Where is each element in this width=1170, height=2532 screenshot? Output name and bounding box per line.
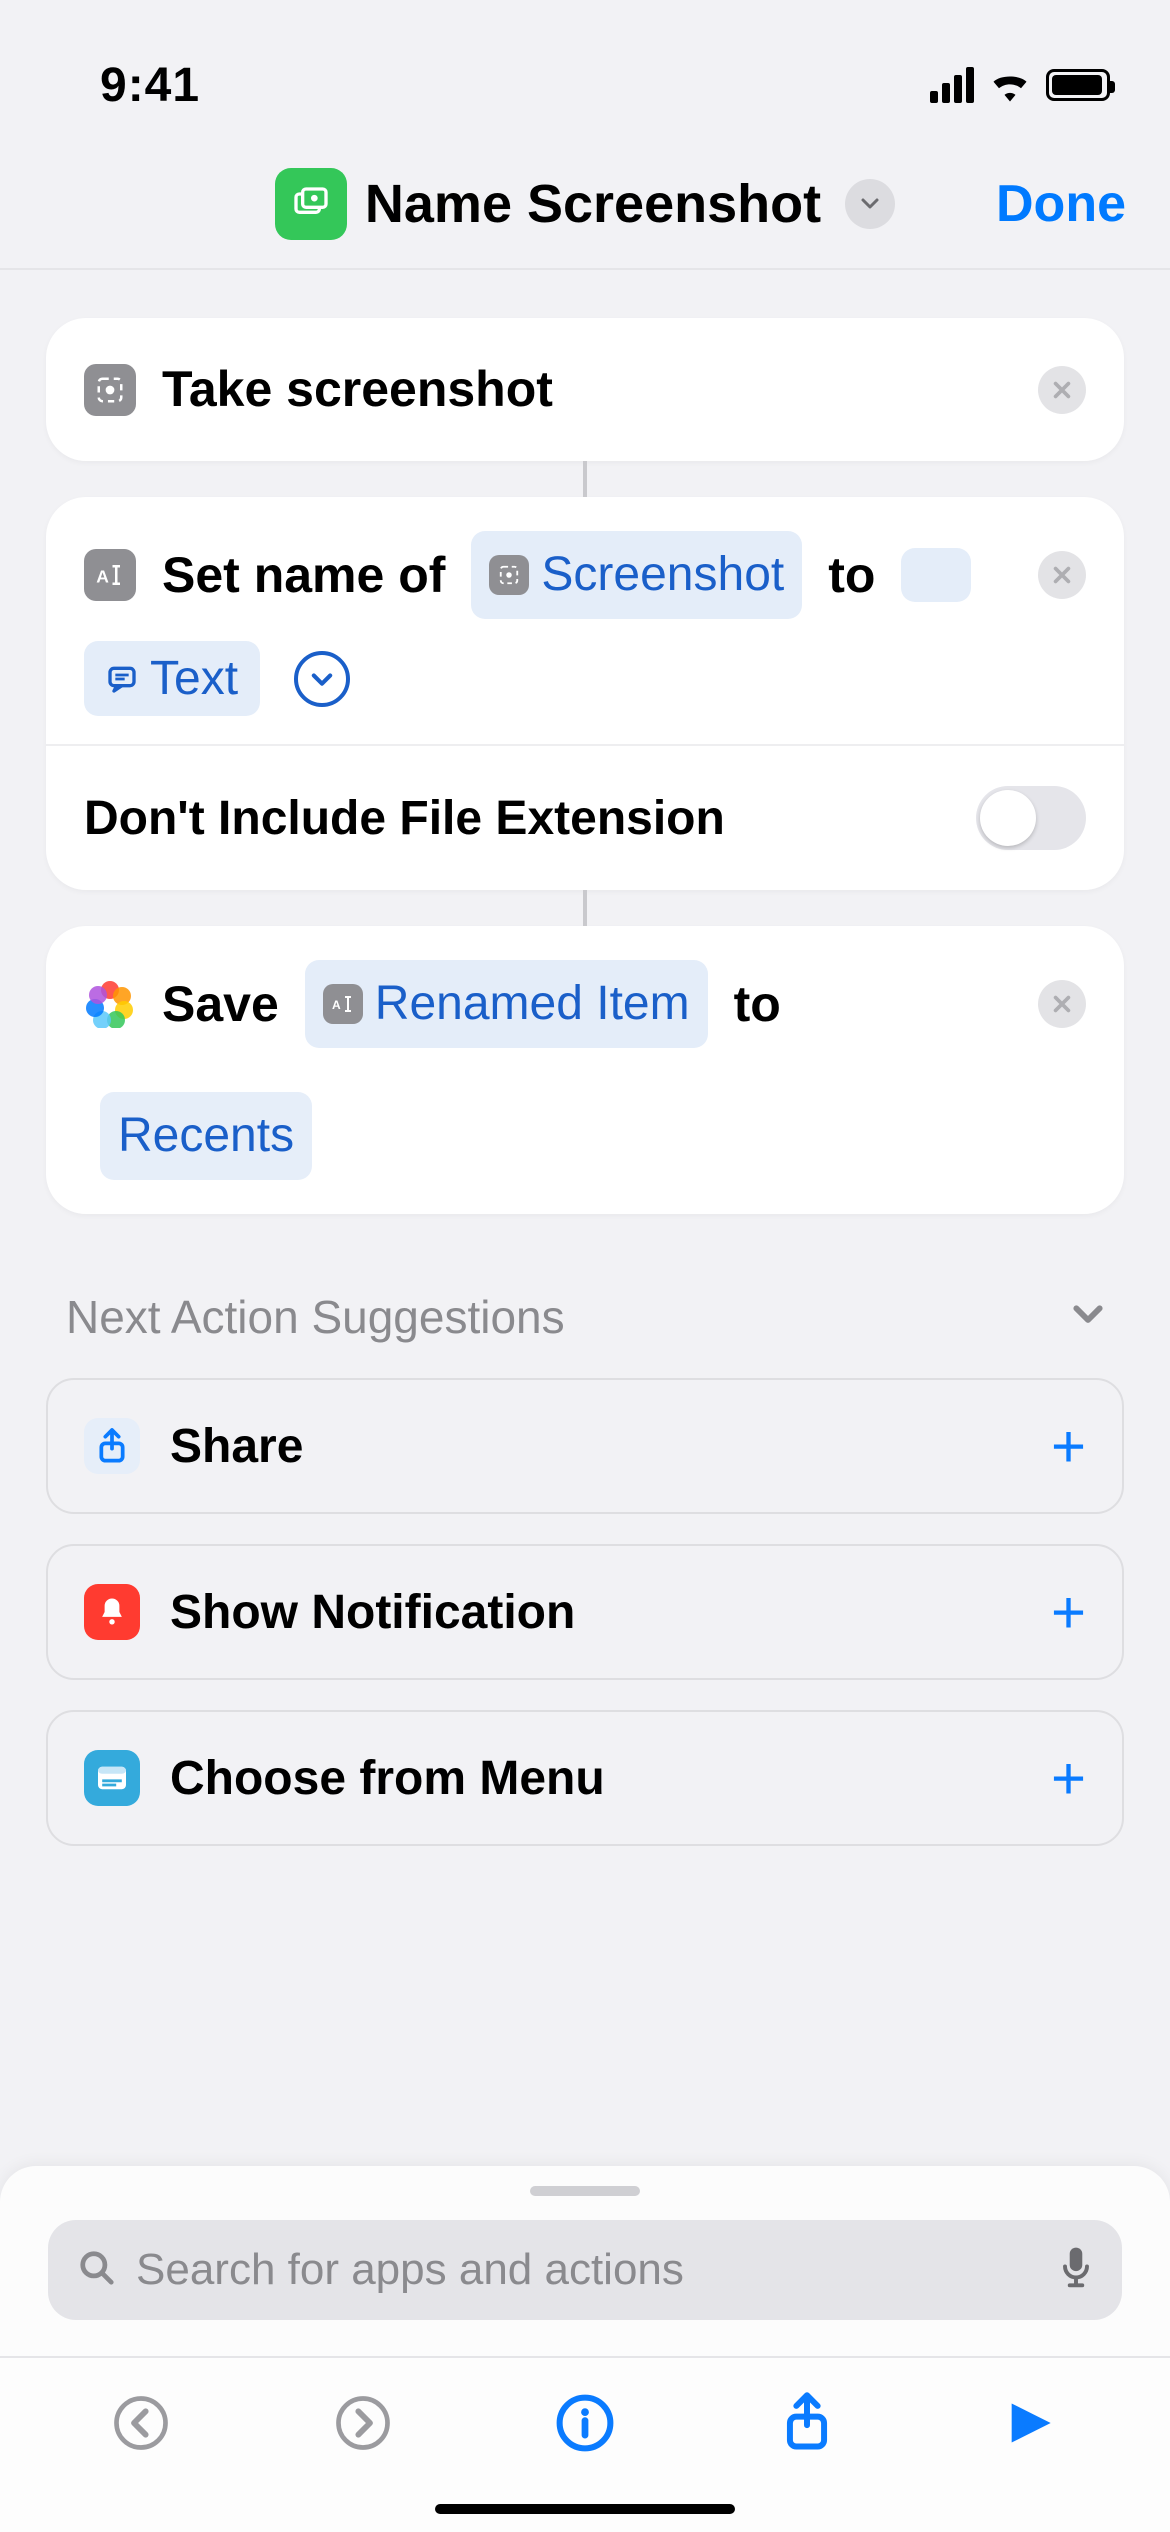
screenshot-var-icon <box>489 555 529 595</box>
suggestions-title: Next Action Suggestions <box>66 1290 565 1344</box>
info-button[interactable] <box>550 2388 620 2458</box>
suggestion-choose-menu[interactable]: Choose from Menu + <box>46 1710 1124 1846</box>
action-text-save: Save <box>162 967 279 1042</box>
add-suggestion-button[interactable]: + <box>1051 1744 1086 1813</box>
status-bar: 9:41 <box>0 0 1170 140</box>
action-label: Take screenshot <box>162 352 553 427</box>
wifi-icon <box>988 68 1032 102</box>
search-panel[interactable] <box>0 2166 1170 2356</box>
variable-pill-screenshot[interactable]: Screenshot <box>471 531 802 619</box>
nav-bar: Name Screenshot Done <box>0 140 1170 270</box>
action-text: Set name of <box>162 538 445 613</box>
svg-text:A: A <box>96 567 109 587</box>
share-button[interactable] <box>772 2388 842 2458</box>
action-set-name[interactable]: A Set name of Screenshot to Text <box>46 497 1124 890</box>
shortcut-title: Name Screenshot <box>365 173 821 235</box>
suggestion-share[interactable]: Share + <box>46 1378 1124 1514</box>
undo-button[interactable] <box>106 2388 176 2458</box>
add-suggestion-button[interactable]: + <box>1051 1412 1086 1481</box>
status-right <box>930 67 1110 103</box>
rename-var-icon: A <box>323 984 363 1024</box>
delete-action-button[interactable] <box>1038 366 1086 414</box>
expand-options-button[interactable] <box>294 651 350 707</box>
status-time: 9:41 <box>100 58 200 113</box>
suggestion-show-notification[interactable]: Show Notification + <box>46 1544 1124 1680</box>
microphone-icon[interactable] <box>1060 2246 1092 2295</box>
title-chevron-icon[interactable] <box>845 179 895 229</box>
action-take-screenshot[interactable]: Take screenshot <box>46 318 1124 461</box>
search-input[interactable] <box>136 2245 1040 2295</box>
share-icon <box>84 1418 140 1474</box>
suggestions-header[interactable]: Next Action Suggestions <box>46 1214 1124 1378</box>
action-text-to: to <box>828 538 875 613</box>
name-value-field[interactable] <box>901 548 971 602</box>
suggestions-list: Share + Show Notification + Choose from … <box>46 1378 1124 1846</box>
svg-text:A: A <box>332 998 341 1012</box>
screenshot-icon <box>84 364 136 416</box>
variable-label: Renamed Item <box>375 968 690 1040</box>
suggestion-label: Choose from Menu <box>170 1751 1021 1806</box>
variable-pill-renamed[interactable]: A Renamed Item <box>305 960 708 1048</box>
run-button[interactable] <box>994 2388 1064 2458</box>
done-button[interactable]: Done <box>996 174 1126 234</box>
delete-action-button[interactable] <box>1038 980 1086 1028</box>
delete-action-button[interactable] <box>1038 551 1086 599</box>
option-file-extension: Don't Include File Extension <box>46 744 1124 890</box>
photos-app-icon <box>84 978 136 1030</box>
menu-icon <box>84 1750 140 1806</box>
cellular-icon <box>930 67 974 103</box>
notification-icon <box>84 1584 140 1640</box>
suggestion-label: Show Notification <box>170 1585 1021 1640</box>
text-pill-label: Text <box>150 651 238 706</box>
search-field[interactable] <box>48 2220 1122 2320</box>
text-source-pill[interactable]: Text <box>84 641 260 716</box>
option-label: Don't Include File Extension <box>84 791 725 846</box>
suggestion-label: Share <box>170 1419 1021 1474</box>
search-icon <box>78 2249 116 2292</box>
text-bubble-icon <box>106 663 138 695</box>
home-indicator <box>435 2504 735 2514</box>
battery-icon <box>1046 69 1110 101</box>
shortcut-icon <box>275 168 347 240</box>
action-save-to-photos[interactable]: Save A Renamed Item to Recents <box>46 926 1124 1214</box>
album-label: Recents <box>118 1100 294 1172</box>
sheet-grabber[interactable] <box>530 2186 640 2196</box>
connector-line <box>46 461 1124 497</box>
action-text-to2: to <box>734 967 781 1042</box>
workflow-content: Take screenshot A Set name of Screenshot… <box>0 270 1170 1846</box>
add-suggestion-button[interactable]: + <box>1051 1578 1086 1647</box>
redo-button[interactable] <box>328 2388 398 2458</box>
album-pill-recents[interactable]: Recents <box>100 1092 312 1180</box>
chevron-down-icon <box>1068 1295 1108 1340</box>
connector-line <box>46 890 1124 926</box>
nav-title-button[interactable]: Name Screenshot <box>275 168 895 240</box>
rename-icon: A <box>84 549 136 601</box>
variable-label: Screenshot <box>541 539 784 611</box>
file-extension-toggle[interactable] <box>976 786 1086 850</box>
